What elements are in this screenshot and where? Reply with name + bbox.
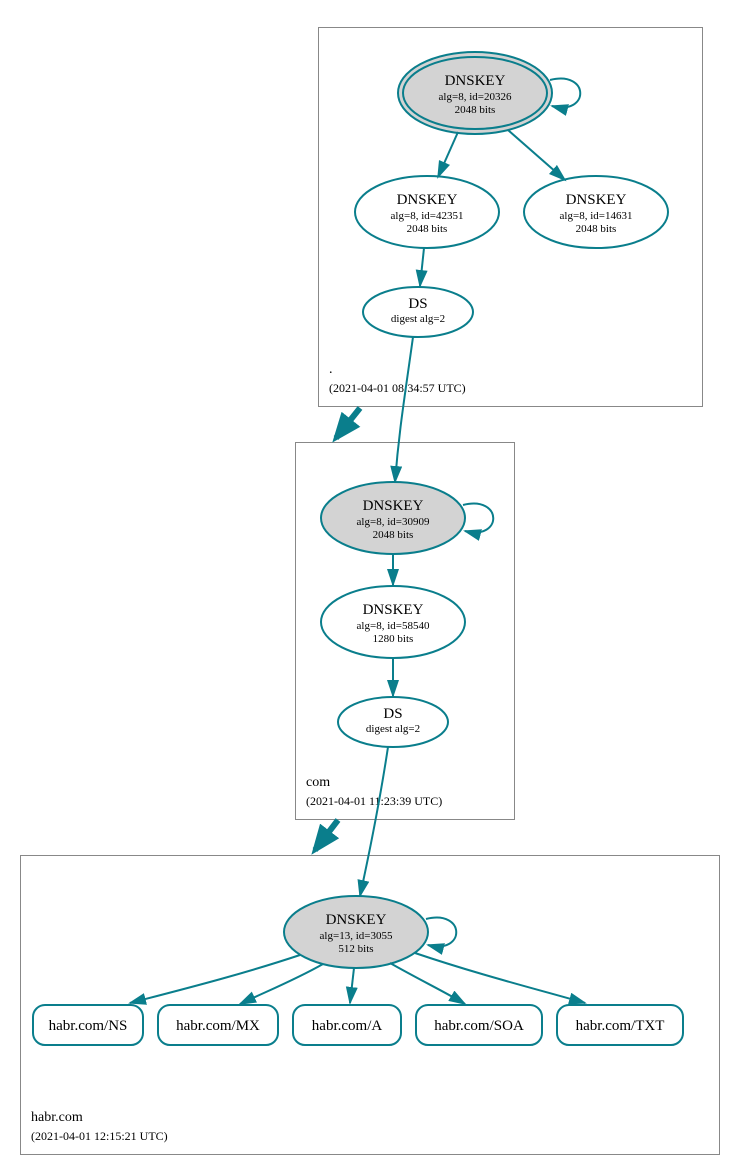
zone-root-box: . (2021-04-01 08:34:57 UTC) bbox=[318, 27, 703, 407]
zone-root-label: . bbox=[329, 362, 333, 378]
zone-com-box: com (2021-04-01 11:23:39 UTC) bbox=[295, 442, 515, 820]
zone-com-label: com bbox=[306, 775, 330, 791]
zone-habr-box: habr.com (2021-04-01 12:15:21 UTC) bbox=[20, 855, 720, 1155]
zone-habr-label: habr.com bbox=[31, 1110, 83, 1126]
zone-root-date: (2021-04-01 08:34:57 UTC) bbox=[329, 381, 466, 396]
zone-habr-date: (2021-04-01 12:15:21 UTC) bbox=[31, 1129, 168, 1144]
zone-com-date: (2021-04-01 11:23:39 UTC) bbox=[306, 794, 442, 809]
